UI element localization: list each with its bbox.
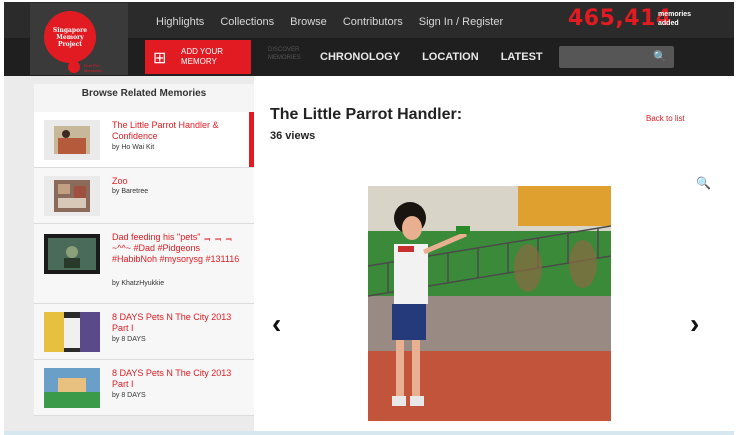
memory-title[interactable]: 8 DAYS Pets N The City 2013 Part I	[112, 312, 242, 334]
logo-sub: Find Pet Memories	[84, 63, 102, 73]
memory-title[interactable]: Zoo	[112, 176, 242, 187]
chevron-left-icon[interactable]: ‹	[272, 308, 281, 340]
logo-text: Singapore Memory Project	[52, 27, 88, 48]
counter-label-line2: added	[658, 20, 679, 27]
site-logo[interactable]: Singapore Memory Project Find Pet Memori…	[30, 3, 128, 75]
related-memory-item[interactable]: Zoo by Baretree	[34, 168, 254, 224]
search-icon[interactable]: 🔍	[653, 50, 667, 63]
view-count: 36 views	[270, 130, 316, 142]
memory-thumbnail	[44, 120, 100, 160]
link-contributors[interactable]: Contributors	[343, 16, 403, 28]
memory-author: by Baretree	[112, 188, 149, 195]
counter-label-line1: memories	[658, 11, 692, 18]
memory-author: by 8 DAYS	[112, 392, 146, 399]
zoom-in-icon[interactable]: 🔍	[696, 176, 711, 190]
nav-latest[interactable]: LATEST	[501, 51, 543, 63]
back-to-list-link[interactable]: Back to list	[646, 114, 685, 123]
memory-thumbnail	[44, 368, 100, 408]
logo-dot	[68, 61, 80, 73]
related-memory-item[interactable]: 8 DAYS Pets N The City 2013 Part I by 8 …	[34, 360, 254, 416]
link-highlights[interactable]: Highlights	[156, 16, 204, 28]
add-memory-line2: MEMORY	[181, 57, 217, 66]
discover-line2: MEMORIES	[268, 55, 301, 61]
link-browse[interactable]: Browse	[290, 16, 327, 28]
nav-chronology[interactable]: CHRONOLOGY	[320, 51, 400, 63]
memory-author: by Ho Wai Kit	[112, 144, 155, 151]
search-input[interactable]: 🔍	[559, 46, 674, 68]
sidebar-header: Browse Related Memories	[34, 84, 254, 112]
page-title: The Little Parrot Handler:	[270, 106, 463, 123]
link-sign-in[interactable]: Sign In / Register	[419, 16, 503, 28]
link-collections[interactable]: Collections	[220, 16, 274, 28]
memory-thumbnail	[44, 234, 100, 274]
memory-title[interactable]: The Little Parrot Handler & Confidence	[112, 120, 242, 142]
memory-author: by KhatzHyukkie	[112, 280, 165, 287]
memory-thumbnail	[44, 312, 100, 352]
add-memory-icon: ⊞	[153, 50, 167, 67]
memories-counter: 465,414	[568, 6, 672, 31]
discover-memories[interactable]: DISCOVER MEMORIES	[268, 46, 301, 62]
counter-label: memories added	[658, 10, 691, 28]
main-nav: CHRONOLOGY LOCATION LATEST	[320, 51, 565, 63]
add-memory-line1: ADD YOUR	[181, 47, 224, 56]
memory-title[interactable]: Dad feeding his "pets" ᆿ ᆿ ᆿ ~^^~ #Dad #…	[112, 232, 242, 265]
bottom-strip	[4, 431, 734, 435]
related-memory-item[interactable]: 8 DAYS Pets N The City 2013 Part I by 8 …	[34, 304, 254, 360]
memory-title[interactable]: 8 DAYS Pets N The City 2013 Part I	[112, 368, 242, 390]
sidebar: Browse Related Memories The Little Parro…	[4, 76, 254, 431]
memory-photo[interactable]	[368, 186, 611, 421]
add-memory-label: ADD YOUR MEMORY	[181, 47, 223, 67]
memory-author: by 8 DAYS	[112, 336, 146, 343]
related-memory-item[interactable]: The Little Parrot Handler & Confidence b…	[34, 112, 254, 168]
nav-location[interactable]: LOCATION	[422, 51, 479, 63]
discover-line1: DISCOVER	[268, 47, 300, 53]
memory-detail: The Little Parrot Handler: 36 views Back…	[254, 76, 734, 435]
related-memory-item[interactable]: Dad feeding his "pets" ᆿ ᆿ ᆿ ~^^~ #Dad #…	[34, 224, 254, 304]
top-links: Highlights Collections Browse Contributo…	[156, 16, 519, 28]
add-memory-button[interactable]: ⊞ ADD YOUR MEMORY	[145, 40, 251, 74]
memory-thumbnail	[44, 176, 100, 216]
chevron-right-icon[interactable]: ›	[690, 308, 699, 340]
